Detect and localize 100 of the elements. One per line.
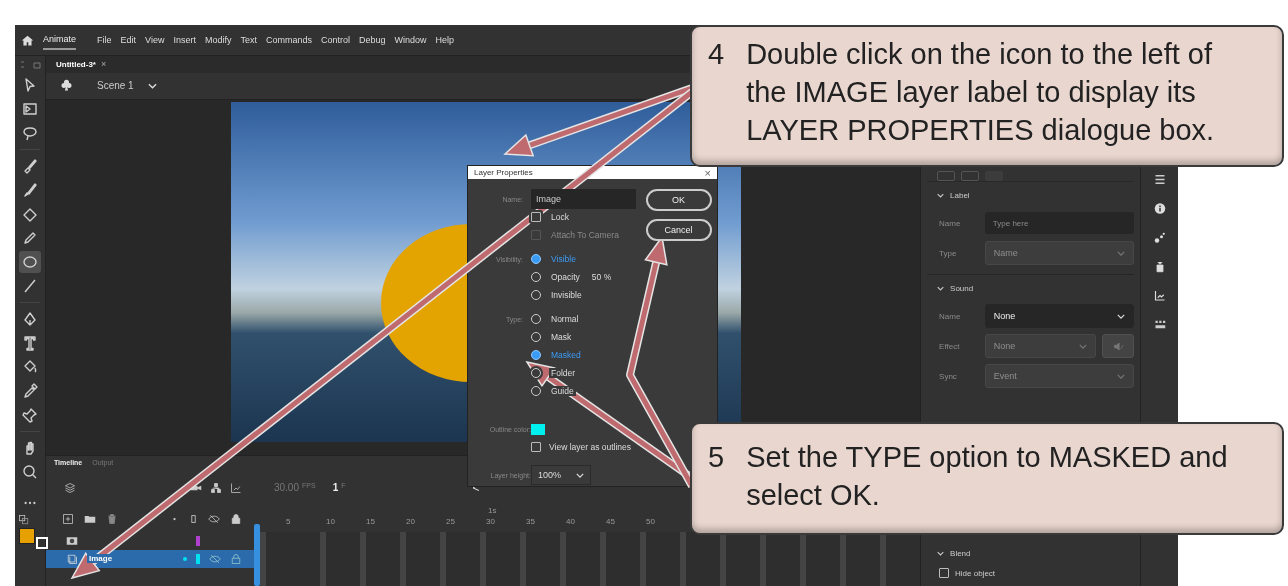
- chevron-down-icon: [1117, 373, 1126, 379]
- current-layer-dot: [182, 556, 187, 561]
- checkbox-label: View layer as outlines: [549, 442, 632, 452]
- graph-icon[interactable]: [229, 481, 242, 494]
- sound-edit-button[interactable]: [1102, 334, 1135, 358]
- radio-button[interactable]: [531, 314, 541, 324]
- playhead[interactable]: [253, 523, 260, 586]
- frame-number: 25: [445, 516, 455, 526]
- more-tools-icon[interactable]: [23, 500, 37, 506]
- radio-button[interactable]: [531, 332, 541, 342]
- transform-icon: [22, 101, 38, 117]
- field-label: Type: [939, 248, 958, 258]
- checkbox-label: Lock: [549, 212, 571, 222]
- menu-item[interactable]: Help: [435, 35, 455, 45]
- step-number: 5: [708, 440, 725, 475]
- chevron-down-icon: [576, 472, 584, 478]
- outline-icon[interactable]: [188, 512, 198, 525]
- radio-button[interactable]: [531, 386, 541, 396]
- chevron-down-icon: [1079, 343, 1088, 349]
- outline-color-swatch[interactable]: [531, 423, 545, 435]
- opacity-value[interactable]: 50 %: [591, 272, 612, 282]
- radio-label: Mask: [549, 332, 574, 342]
- pin-icon: [22, 407, 38, 423]
- radio-label: Visible: [549, 254, 578, 264]
- checkbox[interactable]: [939, 568, 950, 578]
- name-field[interactable]: Image: [531, 189, 636, 209]
- radio-button[interactable]: [531, 350, 541, 360]
- chevron-down-icon[interactable]: [147, 82, 157, 89]
- chevron-down-icon: [937, 550, 945, 556]
- checkbox[interactable]: [531, 212, 541, 222]
- lasso-icon: [22, 125, 38, 141]
- menu-item[interactable]: Control: [321, 35, 350, 45]
- trash-icon[interactable]: [105, 512, 118, 525]
- menu-item[interactable]: Modify: [204, 35, 232, 45]
- line-icon: [22, 278, 38, 294]
- menu-item[interactable]: Insert: [173, 35, 196, 45]
- radio-button[interactable]: [531, 290, 541, 300]
- pencil-icon: [22, 230, 38, 246]
- radio-button[interactable]: [531, 254, 541, 264]
- section-header[interactable]: Blend: [927, 540, 1135, 566]
- properties-icon[interactable]: [1153, 173, 1166, 186]
- layers-icon[interactable]: [63, 481, 76, 494]
- radio-label: Guide: [549, 386, 576, 396]
- masked-layer-icon: [65, 552, 78, 565]
- frame-number: 20: [405, 516, 415, 526]
- lock-icon[interactable]: [229, 512, 242, 525]
- close-tab-button[interactable]: ×: [100, 59, 107, 70]
- add-layer-icon[interactable]: [61, 512, 74, 525]
- swap-colors-icon[interactable]: [18, 514, 30, 526]
- radio-label: Opacity: [549, 272, 582, 282]
- tool-button[interactable]: [19, 251, 41, 273]
- current-frame[interactable]: 1: [332, 482, 339, 494]
- dialog-button[interactable]: OK: [645, 189, 712, 211]
- grid-icon[interactable]: [1153, 318, 1166, 331]
- library-icon[interactable]: [1153, 260, 1166, 273]
- radio-button[interactable]: [531, 368, 541, 378]
- checkbox-label: Attach To Camera: [549, 230, 621, 240]
- radio-label: Invisible: [549, 290, 584, 300]
- home-icon[interactable]: [21, 33, 34, 47]
- radio-button[interactable]: [531, 272, 541, 282]
- fill-color-swatch[interactable]: [19, 528, 35, 544]
- menu-item[interactable]: Edit: [120, 35, 137, 45]
- hierarchy-icon[interactable]: [209, 481, 222, 494]
- panel-toggle-icon[interactable]: [18, 58, 42, 71]
- step-instruction: Set the TYPE option to MASKED and select OK.: [746, 440, 1229, 513]
- scene-icon[interactable]: [59, 79, 73, 93]
- menu-item[interactable]: File: [97, 35, 112, 45]
- seconds-marker: 1s: [487, 505, 498, 515]
- layer-color-marker[interactable]: [195, 535, 200, 546]
- section-title: Sound: [950, 283, 974, 293]
- input-field[interactable]: Type here: [984, 212, 1135, 234]
- brush-icon: [22, 182, 38, 198]
- section-header[interactable]: Label: [927, 182, 1135, 208]
- menu-item[interactable]: Window: [394, 35, 427, 45]
- speaker-icon: [1112, 340, 1124, 352]
- menu-item[interactable]: Debug: [359, 35, 386, 45]
- menu-item[interactable]: Text: [240, 35, 257, 45]
- dropdown[interactable]: 100%: [531, 465, 591, 485]
- dialog-button[interactable]: Cancel: [645, 219, 712, 241]
- radio-label: Folder: [549, 368, 578, 378]
- layer-row[interactable]: Image: [45, 549, 254, 568]
- layer-name[interactable]: Image: [86, 554, 115, 564]
- eye-off-icon[interactable]: [207, 512, 220, 525]
- eyedropper-icon: [22, 383, 38, 399]
- info-icon[interactable]: [1153, 202, 1166, 215]
- field-label: Name: [939, 311, 962, 321]
- step-instruction: Double click on the icon to the left of the IMAGE layer label to display its LAYER PROPERTIES dialogue box.: [746, 37, 1216, 148]
- scatter-dots-icon[interactable]: [1153, 231, 1166, 244]
- document-tab[interactable]: Untitled-3*: [55, 59, 96, 69]
- layer-color-marker[interactable]: [195, 553, 200, 564]
- field-label: Name: [939, 218, 962, 228]
- workspace-switcher[interactable]: Animate: [43, 30, 77, 50]
- menu-item[interactable]: View: [145, 35, 165, 45]
- checkbox[interactable]: [531, 442, 541, 452]
- frame-number: 10: [325, 516, 335, 526]
- section-header[interactable]: Sound: [927, 275, 1135, 301]
- close-button[interactable]: ×: [704, 166, 711, 179]
- dropdown[interactable]: None: [984, 304, 1135, 328]
- menu-item[interactable]: Commands: [265, 35, 312, 45]
- graph-icon[interactable]: [1153, 289, 1166, 302]
